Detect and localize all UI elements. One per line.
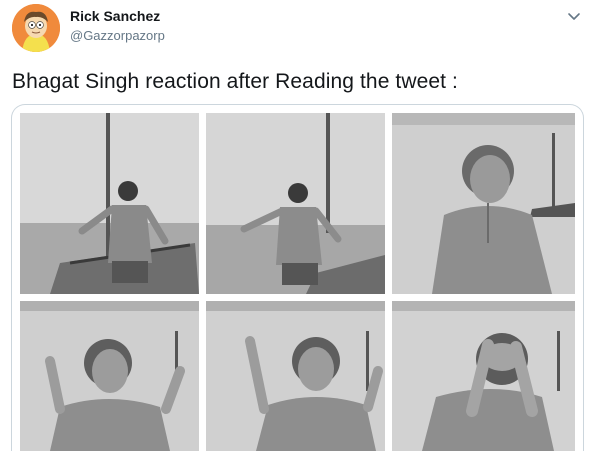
user-handle[interactable]: @Gazzorpazorp bbox=[70, 28, 165, 43]
avatar[interactable] bbox=[12, 4, 60, 52]
rick-cartoon-avatar-icon bbox=[12, 4, 60, 52]
media-panel-1[interactable] bbox=[20, 113, 199, 294]
media-panel-6[interactable] bbox=[392, 301, 575, 451]
media-panel-3[interactable] bbox=[392, 113, 575, 294]
chevron-down-icon[interactable] bbox=[566, 8, 582, 24]
media-panel-4[interactable] bbox=[20, 301, 199, 451]
media-grid bbox=[11, 104, 584, 451]
display-name[interactable]: Rick Sanchez bbox=[70, 8, 160, 24]
media-panel-5[interactable] bbox=[206, 301, 385, 451]
media-panel-2[interactable] bbox=[206, 113, 385, 294]
tweet-text: Bhagat Singh reaction after Reading the … bbox=[12, 70, 458, 93]
